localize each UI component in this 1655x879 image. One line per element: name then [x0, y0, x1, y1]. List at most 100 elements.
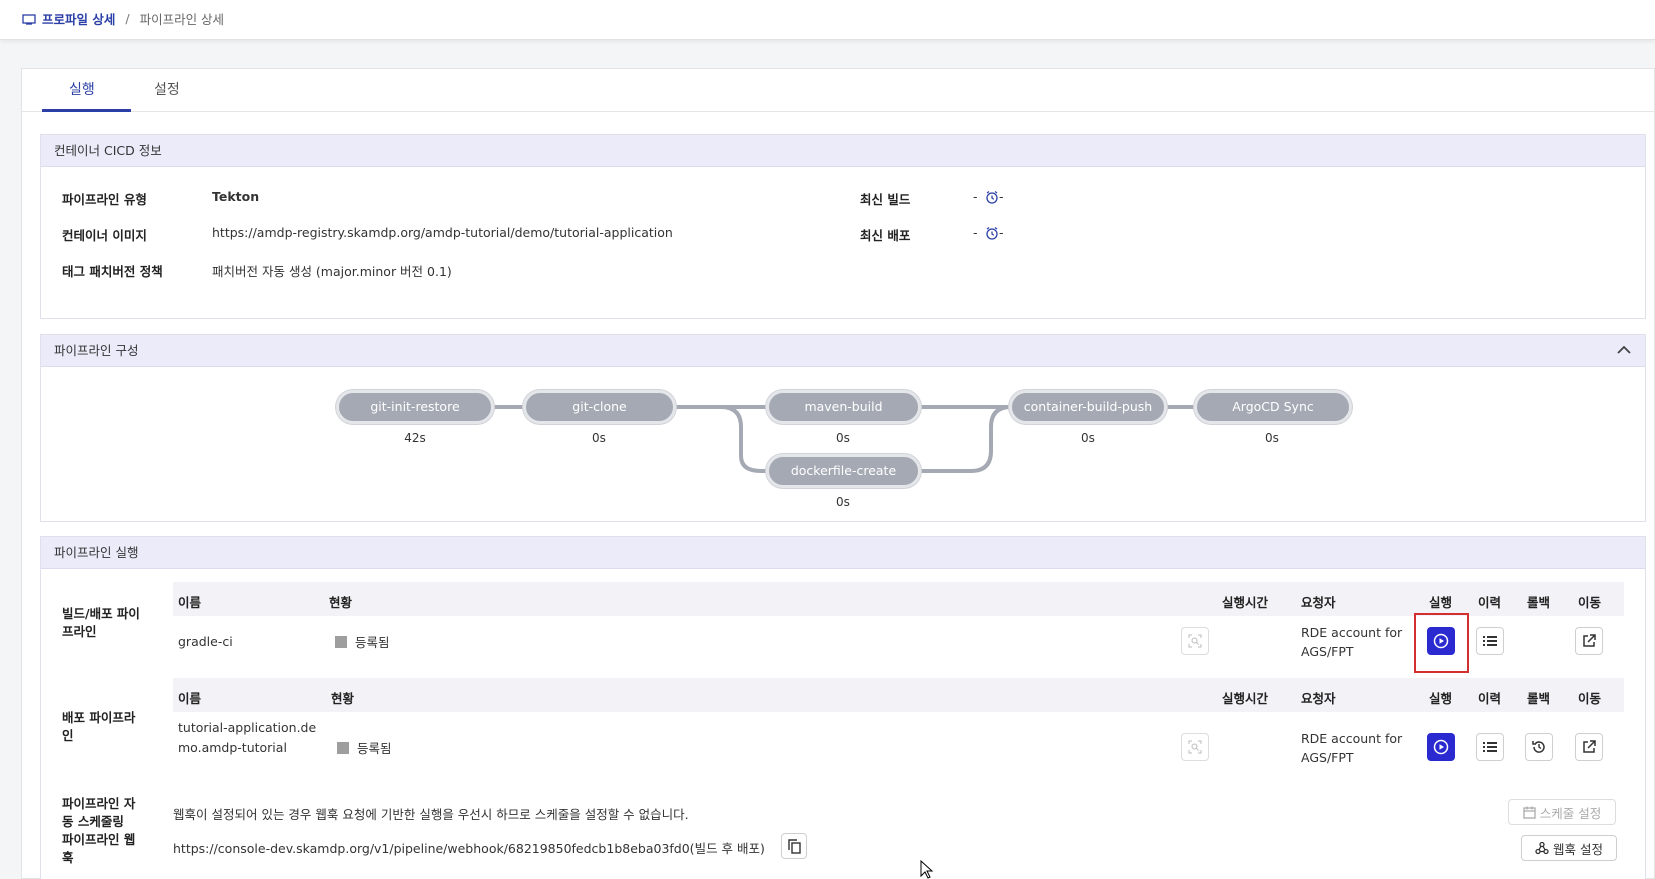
pipeline-node[interactable]: dockerfile-create: [766, 454, 921, 488]
history-button[interactable]: [1476, 733, 1504, 761]
logs-search-button[interactable]: [1181, 627, 1209, 655]
cicd-info-title: 컨테이너 CICD 정보: [41, 135, 1645, 167]
top-bar: 프로파일 상세 / 파이프라인 상세: [0, 0, 1655, 40]
build-pipeline-label: 빌드/배포 파이프라인: [62, 606, 140, 639]
breadcrumb-profile-link[interactable]: 프로파일 상세: [42, 9, 115, 28]
webhook-label: 파이프라인 웹훅: [62, 832, 136, 865]
play-circle-icon: [1433, 739, 1449, 755]
pipeline-run-title: 파이프라인 실행: [41, 537, 1645, 569]
alarm-clock-icon: [986, 191, 998, 204]
search-icon: [1188, 634, 1202, 648]
pipeline-node-time: 0s: [836, 495, 850, 509]
header-rollback: 롤백: [1527, 595, 1551, 610]
pipeline-node[interactable]: ArgoCD Sync: [1194, 390, 1352, 424]
tab-settings[interactable]: 설정: [154, 79, 180, 99]
pipeline-node[interactable]: git-init-restore: [336, 390, 494, 424]
rollback-button[interactable]: [1525, 733, 1553, 761]
list-icon: [1483, 636, 1497, 646]
header-status: 현황: [331, 691, 355, 706]
pipeline-node[interactable]: maven-build: [766, 390, 921, 424]
deploy-pipeline-name: tutorial-application.demo.amdp-tutorial: [178, 720, 317, 755]
header-requester: 요청자: [1301, 595, 1336, 610]
pipeline-node-time: 42s: [404, 431, 426, 445]
open-external-button[interactable]: [1575, 627, 1603, 655]
header-duration: 실행시간: [1222, 691, 1269, 706]
latest-build-time: -: [999, 189, 1004, 204]
pipeline-run-panel: 파이프라인 실행 빌드/배포 파이프라인 이름 현황 실행시간 요청자 실행 이…: [40, 536, 1646, 879]
breadcrumb-current: 파이프라인 상세: [139, 12, 225, 27]
header-history: 이력: [1478, 595, 1502, 610]
header-rollback: 롤백: [1527, 691, 1551, 706]
open-external-button[interactable]: [1575, 733, 1603, 761]
build-pipeline-requester: RDE account for AGS/FPT: [1301, 625, 1403, 659]
status-square-icon: [337, 742, 349, 754]
deploy-pipeline-label: 배포 파이프라인: [62, 710, 136, 743]
header-name: 이름: [178, 595, 202, 610]
build-table-header: [173, 582, 1624, 616]
webhook-icon: [1535, 841, 1549, 855]
restore-icon: [1532, 741, 1545, 753]
header-status: 현황: [329, 595, 353, 610]
tag-policy-value: 패치버전 자동 생성 (major.minor 버전 0.1): [212, 264, 452, 279]
container-image-label: 컨테이너 이미지: [62, 228, 147, 243]
play-circle-icon: [1433, 633, 1449, 649]
webhook-settings-label: 웹훅 설정: [1553, 841, 1603, 857]
external-link-icon: [1583, 740, 1596, 753]
breadcrumb: 프로파일 상세 / 파이프라인 상세: [22, 9, 224, 28]
pipeline-node[interactable]: git-clone: [523, 390, 676, 424]
pipeline-config-panel: 파이프라인 구성 git-init-restore 42s git-clone …: [40, 334, 1646, 522]
logs-search-button[interactable]: [1181, 733, 1209, 761]
webhook-url: https://console-dev.skamdp.org/v1/pipeli…: [173, 841, 765, 856]
mouse-cursor-icon: [920, 860, 934, 879]
breadcrumb-separator: /: [125, 11, 130, 26]
header-requester: 요청자: [1301, 691, 1336, 706]
latest-deploy-time: -: [999, 225, 1004, 240]
deploy-pipeline-status: 등록됨: [357, 741, 392, 756]
search-icon: [1188, 740, 1202, 754]
header-run: 실행: [1429, 691, 1453, 706]
cicd-info-panel: 컨테이너 CICD 정보 파이프라인 유형 Tekton 컨테이너 이미지 ht…: [40, 134, 1646, 319]
calendar-icon: [1523, 806, 1536, 819]
header-run: 실행: [1429, 595, 1453, 610]
header-history: 이력: [1478, 691, 1502, 706]
header-duration: 실행시간: [1222, 595, 1269, 610]
deploy-pipeline-requester: RDE account for AGS/FPT: [1301, 731, 1403, 765]
run-button[interactable]: [1427, 733, 1455, 761]
external-link-icon: [1583, 634, 1596, 647]
latest-deploy-label: 최신 배포: [860, 228, 911, 243]
build-pipeline-name: gradle-ci: [178, 634, 233, 649]
copy-icon: [787, 838, 801, 854]
tab-bar: 실행 설정: [21, 68, 1655, 112]
schedule-label: 파이프라인 자동 스케줄링: [62, 796, 136, 829]
schedule-settings-button[interactable]: 스케줄 설정: [1508, 799, 1616, 825]
run-button[interactable]: [1427, 627, 1455, 655]
latest-build-label: 최신 빌드: [860, 192, 911, 207]
pipeline-node[interactable]: container-build-push: [1009, 390, 1167, 424]
tab-run[interactable]: 실행: [69, 79, 95, 99]
copy-url-button[interactable]: [781, 833, 807, 859]
container-image-value: https://amdp-registry.skamdp.org/amdp-tu…: [212, 225, 673, 240]
deploy-table-header: [173, 678, 1624, 712]
tag-policy-label: 태그 패치버전 정책: [62, 264, 163, 279]
schedule-settings-label: 스케줄 설정: [1539, 805, 1602, 821]
alarm-clock-icon: [986, 227, 998, 240]
schedule-message: 웹훅이 설정되어 있는 경우 웹훅 요청에 기반한 실행을 우선시 하므로 스케…: [173, 807, 689, 822]
status-square-icon: [335, 636, 347, 648]
pipeline-node-time: 0s: [1081, 431, 1095, 445]
pipeline-type-label: 파이프라인 유형: [62, 192, 147, 207]
list-icon: [1483, 742, 1497, 752]
pipeline-node-time: 0s: [836, 431, 850, 445]
latest-build-value: -: [973, 189, 978, 204]
pipeline-type-value: Tekton: [212, 189, 260, 204]
header-name: 이름: [178, 691, 202, 706]
pipeline-node-time: 0s: [592, 431, 606, 445]
latest-deploy-value: -: [973, 225, 978, 240]
tab-active-indicator: [42, 109, 131, 112]
build-pipeline-status: 등록됨: [355, 635, 390, 650]
header-move: 이동: [1578, 691, 1602, 706]
history-button[interactable]: [1476, 627, 1504, 655]
pipeline-node-time: 0s: [1265, 431, 1279, 445]
webhook-settings-button[interactable]: 웹훅 설정: [1521, 835, 1617, 861]
header-move: 이동: [1578, 595, 1602, 610]
folder-icon: [22, 13, 36, 25]
